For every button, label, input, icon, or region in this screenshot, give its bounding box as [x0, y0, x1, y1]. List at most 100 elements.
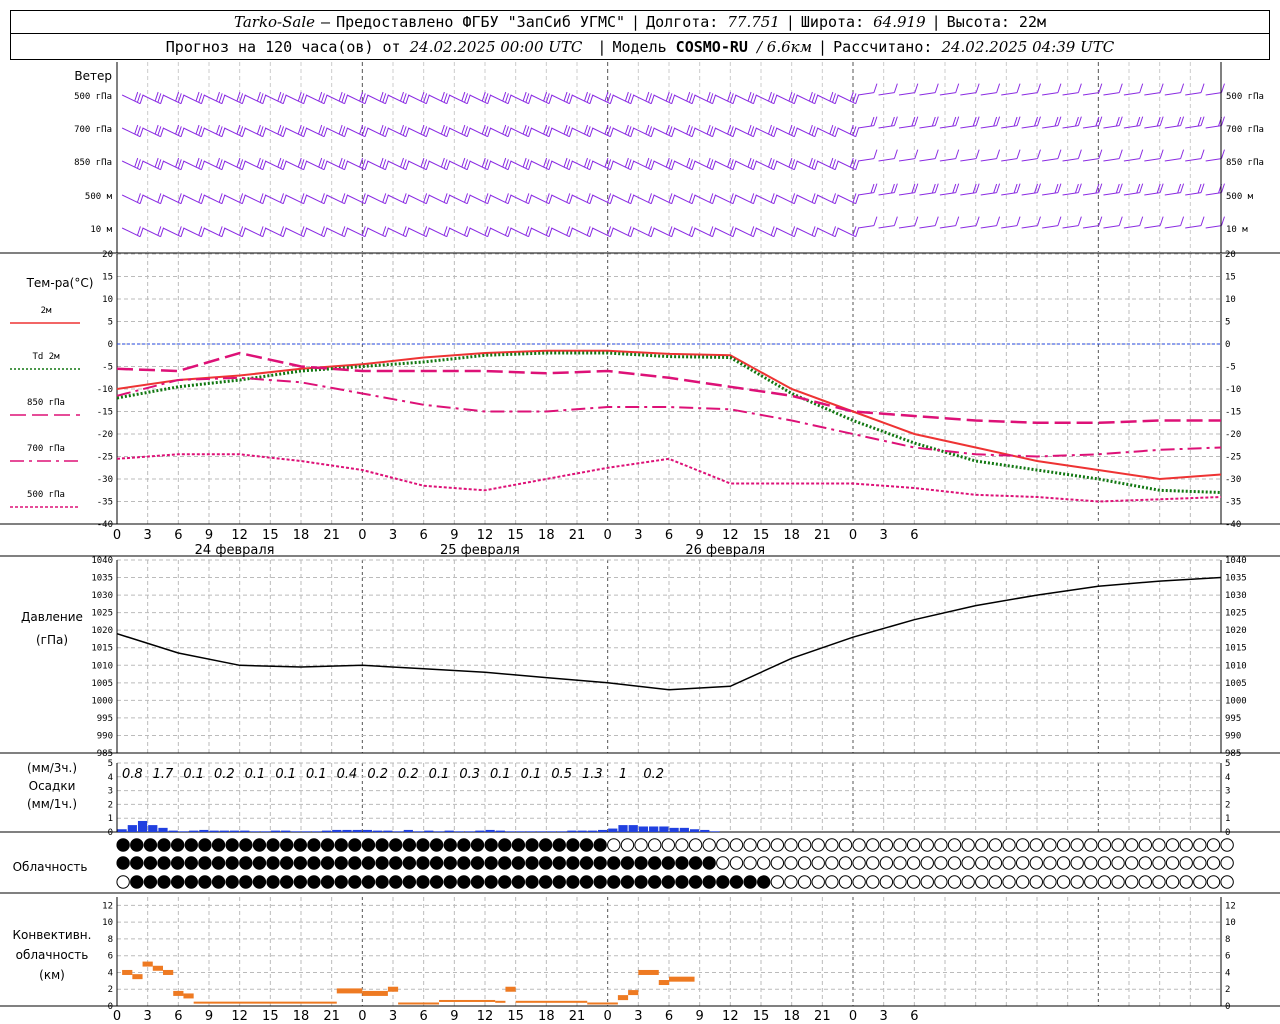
wind-barb-feather	[1118, 116, 1123, 126]
precip-3h-total: 0.5	[551, 767, 572, 782]
wind-barb-feather	[320, 93, 325, 103]
precip-bar	[710, 831, 720, 832]
wind-barb-feather	[136, 193, 141, 203]
wind-barb-feather	[1057, 116, 1062, 126]
wind-barb-feather	[686, 91, 691, 102]
cloud-cover-symbol	[1220, 838, 1234, 852]
temp-ytick-left: -25	[97, 453, 113, 463]
wind-barb-shaft	[898, 158, 915, 162]
wind-barb-feather	[706, 91, 711, 102]
wind-barb-feather	[341, 226, 346, 236]
wind-barb-feather	[425, 227, 430, 237]
cloud-cover-symbol	[688, 875, 703, 889]
wind-barb-shaft	[326, 94, 345, 105]
cloud-cover-symbol	[1193, 856, 1207, 870]
wind-barb	[633, 193, 655, 205]
conv-x-hour-label: 6	[910, 1009, 918, 1024]
conv-cloud-bar	[398, 1002, 439, 1005]
wind-barb	[858, 216, 878, 229]
wind-barb	[510, 91, 533, 105]
wind-barb-shaft	[1164, 125, 1181, 129]
temp-ytick-right: 5	[1225, 318, 1230, 328]
wind-barb	[653, 157, 676, 171]
wind-barb-feather	[262, 194, 267, 204]
wind-barb-feather	[566, 93, 571, 103]
wind-barb-feather	[341, 126, 346, 136]
conv-cloud-bar	[193, 1001, 337, 1004]
precip-3h-total: 0.1	[490, 767, 511, 782]
wind-barb-feather	[338, 91, 343, 102]
wind-barb	[796, 91, 819, 105]
wind-barb-feather	[712, 94, 717, 104]
wind-barb-feather	[1037, 216, 1041, 226]
wind-barb-feather	[686, 124, 691, 135]
wind-barb	[694, 91, 717, 105]
wind-barb-feather	[993, 116, 998, 127]
cloud-cover-symbol	[266, 838, 280, 852]
cloud-cover-symbol	[620, 838, 635, 852]
cloud-cover-symbol	[675, 856, 689, 870]
wind-barb-shaft	[633, 160, 652, 171]
wind-barb-shaft	[1144, 92, 1161, 96]
cloud-cover-symbol	[552, 875, 566, 889]
wind-barb	[121, 91, 144, 105]
cloud-cover-symbol	[416, 856, 430, 870]
wind-barb	[1021, 183, 1041, 196]
wind-barb-feather	[855, 127, 860, 137]
wind-barb-feather	[379, 91, 384, 102]
wind-barb-feather	[832, 226, 837, 236]
wind-barb-feather	[487, 227, 492, 237]
wind-barb	[265, 91, 287, 105]
wind-barb	[1062, 83, 1082, 96]
wind-barb-shaft	[1164, 192, 1181, 196]
wind-barb	[1123, 83, 1144, 96]
cloud-cover-symbol	[988, 838, 1003, 852]
cloud-cover-symbol	[825, 875, 839, 889]
wind-barb-feather	[280, 93, 285, 103]
wind-barb	[1205, 116, 1225, 129]
wind-barb-feather	[645, 124, 650, 135]
wind-barb-shaft	[980, 225, 997, 229]
wind-barb	[878, 183, 898, 196]
wind-barb-feather	[384, 94, 389, 104]
wind-barb	[510, 226, 533, 238]
cloud-cover-symbol	[634, 838, 648, 852]
cloud-cover-symbol	[811, 875, 825, 889]
wind-barb-feather	[934, 116, 939, 126]
wind-barb-shaft	[1164, 225, 1181, 229]
wind-barb-feather	[709, 126, 714, 136]
wind-barb-feather	[154, 91, 159, 102]
wind-barb-feather	[609, 160, 614, 170]
wind-barb-feather	[584, 91, 588, 102]
cloud-cover-symbol	[538, 838, 553, 852]
cloud-cover-symbol	[143, 875, 158, 889]
wind-barb	[449, 91, 471, 105]
wind-barb-feather	[1221, 183, 1225, 193]
wind-barb-feather	[382, 193, 387, 203]
wind-barb-feather	[1221, 149, 1225, 159]
wind-barb-shaft	[1205, 192, 1222, 196]
cloud-cover-symbol	[211, 856, 226, 870]
cloud-cover-symbol	[279, 875, 294, 889]
wind-barb	[1103, 83, 1123, 96]
wind-barb-shaft	[1205, 158, 1222, 162]
wind-barb	[939, 183, 960, 196]
wind-barb-feather	[504, 226, 509, 236]
precip-bar	[679, 827, 689, 832]
wind-barb-feather	[975, 149, 980, 159]
wind-barb-feather	[446, 160, 451, 170]
wind-barb-feather	[241, 194, 246, 204]
cloud-cover-symbol	[961, 875, 975, 889]
wind-barb-shaft	[387, 94, 407, 105]
wind-barb	[735, 193, 757, 205]
wind-barb-shaft	[1123, 158, 1140, 162]
precip-ytick-left: 0	[108, 828, 113, 838]
wind-barb-feather	[136, 93, 141, 103]
wind-barb-feather	[344, 160, 349, 170]
precip-bar	[454, 831, 465, 832]
wind-barb-feather	[277, 157, 282, 168]
wind-barb-feather	[706, 124, 711, 135]
wind-barb-feather	[691, 127, 696, 137]
wind-barb-shaft	[1164, 158, 1181, 162]
wind-barb-feather	[1221, 83, 1225, 93]
